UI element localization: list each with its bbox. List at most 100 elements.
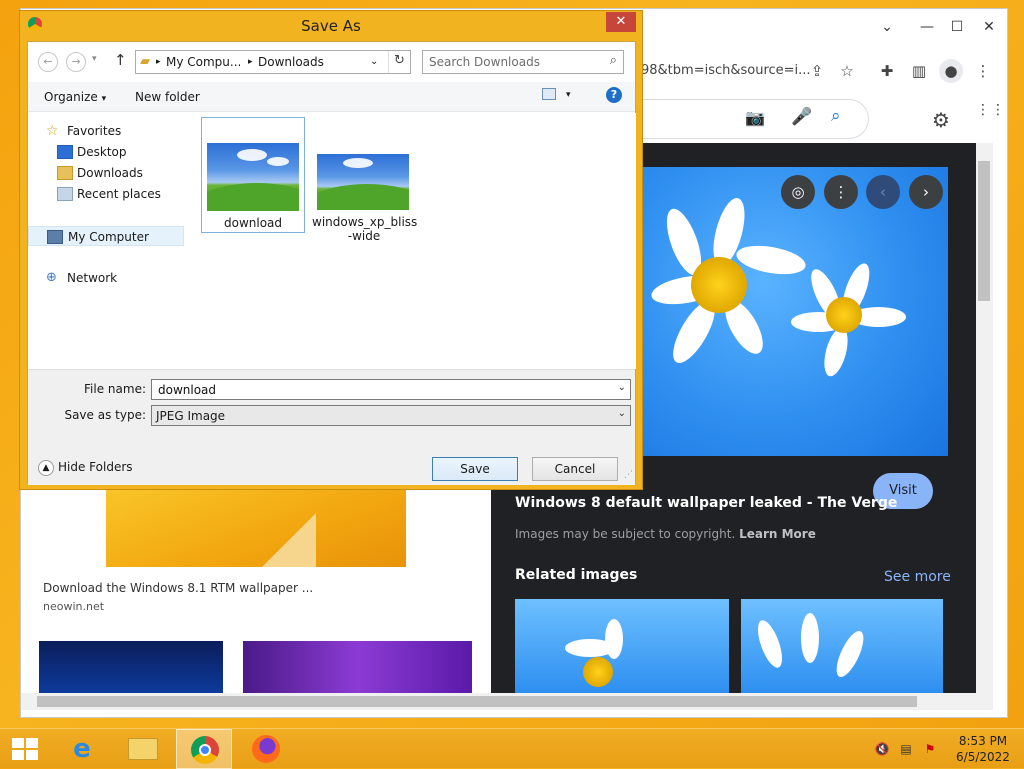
vertical-scrollbar[interactable] [976,143,993,693]
forward-arrow-icon[interactable]: → [66,52,86,72]
result-thumbnail-blue[interactable] [39,641,223,693]
result-caption[interactable]: Download the Windows 8.1 RTM wallpaper .… [43,581,313,595]
see-more-link[interactable]: See more [884,569,951,585]
save-as-dialog: Save As ✕ ← → ▾ ↑ ▰ ▸ My Compu... ▸ Down… [19,10,643,490]
google-apps-icon[interactable]: ⋮⋮ [976,103,1005,135]
tree-desktop-label: Desktop [77,145,127,159]
result-thumbnail-yellow[interactable] [106,483,406,567]
action-center-flag-icon[interactable]: ⚑ [922,741,938,757]
breadcrumb-dropdown-icon[interactable]: ⌄ [370,56,378,67]
previous-image-icon[interactable]: ‹ [866,175,900,209]
taskbar-internet-explorer[interactable]: e [54,729,110,769]
extensions-icon[interactable]: ✚ [875,59,899,83]
organize-menu[interactable]: Organize ▾ [44,90,106,104]
settings-gear-icon[interactable]: ⚙ [926,105,956,135]
change-view-icon[interactable] [542,88,556,100]
hide-folders-toggle[interactable]: ▲ Hide Folders [38,455,133,479]
search-icon[interactable]: ⌕ [831,106,841,126]
file-list: download windows_xp_bliss -wide [194,113,636,369]
camera-search-icon[interactable]: 📷 [745,108,765,127]
tree-recent-places[interactable]: Recent places [28,184,188,204]
cancel-button[interactable]: Cancel [532,457,618,481]
file-name-input[interactable] [156,382,606,398]
taskbar-file-explorer[interactable] [116,729,172,769]
preview-image-daisies[interactable] [641,167,948,456]
network-tray-icon[interactable]: ▤ [898,741,914,757]
clock-time: 8:53 PM [958,734,1008,748]
google-search-bar[interactable]: 📷 🎤 ⌕ [621,99,869,139]
organize-chevron-icon: ▾ [101,94,107,104]
tree-desktop[interactable]: Desktop [28,142,188,162]
save-as-type-dropdown-icon[interactable]: ⌄ [618,408,626,419]
refresh-icon[interactable]: ↻ [394,53,405,68]
learn-more-link[interactable]: Learn More [739,527,816,541]
breadcrumb-downloads[interactable]: Downloads [258,55,324,69]
chrome-menu-icon[interactable]: ⋮ [971,59,995,83]
view-options-chevron-icon[interactable]: ▾ [566,90,571,100]
file-item-windows-xp-bliss-wide[interactable]: windows_xp_bliss -wide [312,117,417,243]
file-name-dropdown-icon[interactable]: ⌄ [618,382,626,393]
horizontal-scrollbar[interactable] [21,693,993,710]
tree-computer-label: My Computer [68,230,149,244]
maximize-button[interactable]: ☐ [941,15,973,39]
vertical-scroll-thumb[interactable] [978,161,990,301]
bookmark-star-icon[interactable]: ☆ [835,59,859,83]
dialog-close-button[interactable]: ✕ [606,12,636,32]
search-downloads-input[interactable] [427,54,597,70]
tab-search-dropdown-icon[interactable]: ⌄ [871,15,903,39]
tree-recent-label: Recent places [77,187,161,201]
tree-downloads[interactable]: Downloads [28,163,188,183]
side-panel-icon[interactable]: ▥ [907,59,931,83]
folder-icon: ▰ [140,54,150,69]
lens-search-icon[interactable]: ◎ [781,175,815,209]
file-name-combobox[interactable]: ⌄ [151,379,631,400]
file-name-label: download [223,216,283,230]
related-images-heading: Related images [515,567,638,583]
related-image-1[interactable] [515,599,729,693]
file-thumbnail-bliss [207,143,299,211]
breadcrumb-my-computer[interactable]: My Compu... [166,55,241,69]
share-icon[interactable]: ⇪ [805,59,829,83]
taskbar-chrome[interactable] [176,729,232,769]
address-bar-url[interactable]: 98&tbm=isch&source=i... [641,63,811,78]
recent-places-icon [57,187,73,201]
resize-grip-icon[interactable]: ⋰ [624,470,633,480]
more-options-icon[interactable]: ⋮ [824,175,858,209]
file-item-download[interactable]: download [201,117,305,233]
new-folder-button[interactable]: New folder [135,90,200,104]
minimize-button[interactable]: — [911,15,943,39]
next-image-icon[interactable]: › [909,175,943,209]
volume-muted-icon[interactable]: 🔇 [874,741,890,757]
tree-network[interactable]: ⊕ Network [28,268,188,288]
close-window-button[interactable]: ✕ [973,15,1005,39]
save-as-type-select[interactable]: JPEG Image ⌄ [151,405,631,426]
microphone-icon[interactable]: 🎤 [791,107,812,127]
tree-my-computer[interactable]: My Computer [28,226,184,246]
search-icon[interactable]: ⌕ [610,53,617,68]
search-box[interactable]: ⌕ [422,50,624,74]
horizontal-scroll-thumb[interactable] [37,696,917,707]
up-folder-icon[interactable]: ↑ [114,51,127,69]
breadcrumb-bar[interactable]: ▰ ▸ My Compu... ▸ Downloads ⌄ ↻ [135,50,411,74]
file-name-line-2: -wide [347,229,381,243]
tree-favorites[interactable]: ☆ Favorites [28,121,188,141]
profile-avatar-icon[interactable]: ● [939,59,963,83]
related-image-2[interactable] [741,599,943,693]
result-thumbnail-purple[interactable] [243,641,472,693]
back-arrow-icon[interactable]: ← [38,52,58,72]
command-bar: Organize ▾ New folder ▾ ? [28,82,635,112]
help-icon[interactable]: ? [606,87,622,103]
breadcrumb-separator-icon[interactable]: ▸ [248,57,253,67]
chrome-icon [191,736,219,764]
breadcrumb-separator-icon[interactable]: ▸ [156,57,161,67]
recent-locations-chevron-icon[interactable]: ▾ [92,54,97,64]
taskbar-firefox[interactable] [238,729,294,769]
save-button[interactable]: Save [432,457,518,481]
system-clock[interactable]: 8:53 PM 6/5/2022 [948,733,1018,765]
tree-network-label: Network [67,271,118,285]
file-thumbnail-bliss-wide [317,154,409,210]
desktop-icon [57,145,73,159]
preview-title-link[interactable]: Windows 8 default wallpaper leaked - The… [515,495,897,511]
start-button[interactable] [12,738,38,760]
tree-favorites-label: Favorites [67,124,122,138]
